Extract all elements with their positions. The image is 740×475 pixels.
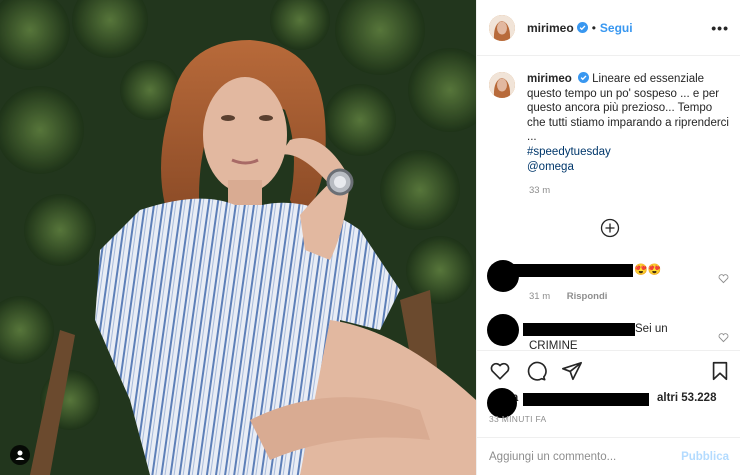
caption-hashtag[interactable]: #speedytuesday — [527, 145, 731, 160]
heart-icon[interactable] — [718, 332, 729, 343]
more-options-icon[interactable]: ••• — [711, 20, 729, 36]
caption-avatar[interactable] — [489, 72, 515, 98]
heart-icon[interactable] — [489, 360, 511, 382]
publish-button[interactable]: Pubblica — [681, 451, 729, 463]
share-icon[interactable] — [561, 360, 583, 382]
user-tag-button[interactable] — [10, 445, 30, 465]
reply-button[interactable]: Rispondi — [567, 291, 608, 302]
caption-mention[interactable]: @omega — [527, 160, 731, 175]
redacted-username — [511, 264, 633, 277]
comment-meta: 31 m Rispondi — [529, 291, 607, 302]
post-timestamp: 33 MINUTI FA — [489, 414, 547, 424]
author-avatar[interactable] — [489, 14, 515, 41]
verified-badge-icon — [577, 72, 589, 83]
divider — [477, 350, 740, 351]
add-comment-bar: Pubblica — [477, 437, 740, 475]
caption-text-block: mirimeo Lineare ed essenziale questo tem… — [527, 72, 731, 174]
caption-username[interactable]: mirimeo — [527, 73, 572, 85]
comment-text: Sei un — [635, 323, 668, 335]
comment-item: 😍😍 31 m Rispondi — [487, 260, 729, 310]
commenter-avatar[interactable] — [487, 314, 519, 346]
action-bar — [477, 358, 740, 384]
post-caption: mirimeo Lineare ed essenziale questo tem… — [489, 72, 731, 174]
plus-circle-icon[interactable] — [600, 218, 620, 238]
post-header: mirimeo • Segui ••• — [477, 0, 740, 56]
comment-item: Sei un CRIMINE — [487, 314, 729, 350]
comment-input[interactable] — [489, 450, 682, 463]
comment-text-continued: CRIMINE — [529, 340, 578, 350]
bookmark-icon[interactable] — [709, 360, 731, 382]
comment-time: 31 m — [529, 291, 551, 302]
redacted-username — [523, 323, 635, 336]
likes-summary[interactable]: Pia altri 53.228 — [487, 388, 737, 418]
post-photo-image — [0, 0, 476, 475]
user-tag-icon — [15, 450, 25, 460]
post-side-panel: mirimeo • Segui ••• mirimeo Lineare ed e… — [476, 0, 740, 475]
likes-count[interactable]: altri 53.228 — [657, 392, 716, 404]
comment-emoji: 😍😍 — [634, 264, 662, 276]
separator-dot: • — [591, 20, 596, 35]
comment-icon[interactable] — [525, 360, 547, 382]
redacted-liker — [523, 393, 649, 406]
author-username[interactable]: mirimeo — [527, 21, 574, 35]
follow-button[interactable]: Segui — [600, 21, 633, 35]
post-photo[interactable] — [0, 0, 476, 475]
verified-badge-icon — [576, 22, 588, 33]
heart-icon[interactable] — [718, 273, 729, 284]
caption-time: 33 m — [529, 185, 551, 196]
